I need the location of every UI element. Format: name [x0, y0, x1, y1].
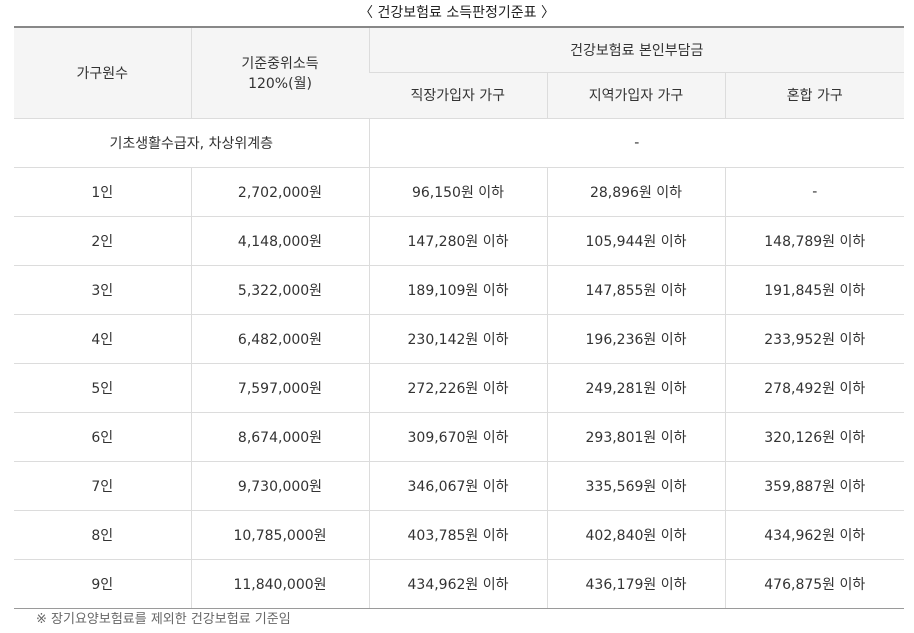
mixed-premium-cell: 148,789원 이하: [724, 216, 905, 266]
household-size-cell: 2인: [14, 216, 191, 266]
mixed-premium-cell: 320,126원 이하: [724, 412, 905, 462]
mixed-premium-cell: 359,887원 이하: [724, 461, 905, 511]
employee-premium-cell: 272,226원 이하: [368, 363, 547, 413]
employee-premium-cell: 309,670원 이하: [368, 412, 547, 462]
regional-premium-cell: 196,236원 이하: [546, 314, 725, 364]
header-median-income-line2: 120%(월): [248, 75, 312, 92]
household-size-cell: 9인: [14, 559, 191, 609]
table-row: 6인 8,674,000원 309,670원 이하 293,801원 이하 32…: [14, 412, 905, 462]
mixed-premium-cell: 476,875원 이하: [724, 559, 905, 609]
regional-premium-cell: 249,281원 이하: [546, 363, 725, 413]
header-mixed: 혼합 가구: [724, 72, 905, 119]
income-cell: 6,482,000원: [190, 314, 369, 364]
table-row: 2인 4,148,000원 147,280원 이하 105,944원 이하 14…: [14, 216, 905, 266]
footnote: ※ 장기요양보험료를 제외한 건강보험료 기준임: [36, 612, 291, 627]
mixed-premium-cell: 434,962원 이하: [724, 510, 905, 560]
income-cell: 10,785,000원: [190, 510, 369, 560]
table-row: 7인 9,730,000원 346,067원 이하 335,569원 이하 35…: [14, 461, 905, 511]
household-size-cell: 3인: [14, 265, 191, 315]
special-row-label: 기초생활수급자, 차상위계층: [14, 118, 369, 168]
employee-premium-cell: 346,067원 이하: [368, 461, 547, 511]
table-row: 1인 2,702,000원 96,150원 이하 28,896원 이하 -: [14, 167, 905, 217]
table-row: 8인 10,785,000원 403,785원 이하 402,840원 이하 4…: [14, 510, 905, 560]
table-row: 4인 6,482,000원 230,142원 이하 196,236원 이하 23…: [14, 314, 905, 364]
employee-premium-cell: 230,142원 이하: [368, 314, 547, 364]
special-row-value: -: [368, 118, 905, 168]
regional-premium-cell: 436,179원 이하: [546, 559, 725, 609]
regional-premium-cell: 293,801원 이하: [546, 412, 725, 462]
header-premium-group: 건강보험료 본인부담금: [368, 26, 905, 73]
income-criteria-table: 가구원수 기준중위소득 120%(월) 건강보험료 본인부담금 직장가입자 가구…: [14, 26, 905, 609]
employee-premium-cell: 189,109원 이하: [368, 265, 547, 315]
regional-premium-cell: 335,569원 이하: [546, 461, 725, 511]
mixed-premium-cell: -: [724, 167, 905, 217]
mixed-premium-cell: 233,952원 이하: [724, 314, 905, 364]
income-cell: 4,148,000원: [190, 216, 369, 266]
employee-premium-cell: 403,785원 이하: [368, 510, 547, 560]
household-size-cell: 4인: [14, 314, 191, 364]
regional-premium-cell: 28,896원 이하: [546, 167, 725, 217]
mixed-premium-cell: 191,845원 이하: [724, 265, 905, 315]
income-cell: 5,322,000원: [190, 265, 369, 315]
employee-premium-cell: 96,150원 이하: [368, 167, 547, 217]
income-cell: 7,597,000원: [190, 363, 369, 413]
household-size-cell: 7인: [14, 461, 191, 511]
household-size-cell: 1인: [14, 167, 191, 217]
household-size-cell: 6인: [14, 412, 191, 462]
employee-premium-cell: 147,280원 이하: [368, 216, 547, 266]
household-size-cell: 5인: [14, 363, 191, 413]
household-size-cell: 8인: [14, 510, 191, 560]
header-median-income: 기준중위소득 120%(월): [190, 26, 369, 119]
special-row: 기초생활수급자, 차상위계층 -: [14, 118, 905, 168]
income-cell: 11,840,000원: [190, 559, 369, 609]
header-employee: 직장가입자 가구: [369, 72, 547, 119]
table-row: 9인 11,840,000원 434,962원 이하 436,179원 이하 4…: [14, 559, 905, 609]
regional-premium-cell: 105,944원 이하: [546, 216, 725, 266]
table-row: 3인 5,322,000원 189,109원 이하 147,855원 이하 19…: [14, 265, 905, 315]
income-cell: 9,730,000원: [190, 461, 369, 511]
header-household-size: 가구원수: [14, 26, 191, 119]
table-body: 기초생활수급자, 차상위계층 - 1인 2,702,000원 96,150원 이…: [14, 118, 905, 609]
header-regional: 지역가입자 가구: [546, 72, 725, 119]
employee-premium-cell: 434,962원 이하: [368, 559, 547, 609]
regional-premium-cell: 147,855원 이하: [546, 265, 725, 315]
income-cell: 8,674,000원: [190, 412, 369, 462]
table-header: 가구원수 기준중위소득 120%(월) 건강보험료 본인부담금 직장가입자 가구…: [14, 26, 905, 119]
regional-premium-cell: 402,840원 이하: [546, 510, 725, 560]
header-median-income-line1: 기준중위소득: [241, 55, 319, 72]
income-cell: 2,702,000원: [190, 167, 369, 217]
mixed-premium-cell: 278,492원 이하: [724, 363, 905, 413]
table-row: 5인 7,597,000원 272,226원 이하 249,281원 이하 27…: [14, 363, 905, 413]
table-caption: 〈 건강보험료 소득판정기준표 〉: [359, 5, 555, 21]
